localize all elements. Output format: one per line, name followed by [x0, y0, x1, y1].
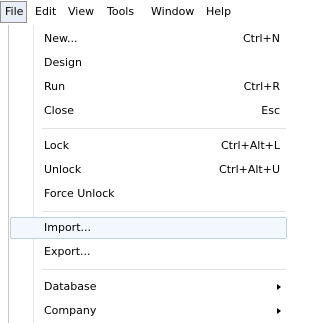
menu-item-label: Force Unlock — [44, 187, 115, 200]
menu-item-design[interactable]: Design — [10, 52, 287, 74]
file-dropdown-menu: New... Ctrl+N Design Run Ctrl+R Close Es… — [8, 25, 289, 323]
menu-item-run[interactable]: Run Ctrl+R — [10, 76, 287, 98]
menu-item-shortcut: Ctrl+R — [243, 80, 280, 93]
menu-item-shortcut: Ctrl+Alt+L — [220, 139, 280, 152]
menu-item-label: Close — [44, 104, 74, 117]
submenu-arrow-icon — [277, 284, 281, 290]
menu-item-database[interactable]: Database — [10, 276, 287, 298]
menu-item-label: Import... — [44, 221, 91, 234]
menu-item-label: Run — [44, 80, 66, 93]
menu-separator — [42, 211, 286, 213]
menu-item-label: Database — [44, 280, 97, 293]
menu-item-shortcut: Esc — [261, 104, 280, 117]
menu-item-export[interactable]: Export... — [10, 241, 287, 263]
menu-file[interactable]: File — [0, 1, 28, 23]
menu-bar: File Edit View Tools Window Help — [0, 0, 289, 25]
menu-item-label: Lock — [44, 139, 70, 152]
menu-item-company[interactable]: Company — [10, 300, 287, 322]
menu-edit[interactable]: Edit — [35, 2, 56, 21]
menu-item-lock[interactable]: Lock Ctrl+Alt+L — [10, 135, 287, 157]
menu-item-import[interactable]: Import... — [10, 217, 287, 239]
menu-item-shortcut: Ctrl+N — [242, 32, 280, 45]
menu-item-shortcut: Ctrl+Alt+U — [219, 163, 280, 176]
menu-item-force-unlock[interactable]: Force Unlock — [10, 183, 287, 205]
menu-item-label: Export... — [44, 245, 91, 258]
submenu-arrow-icon — [277, 308, 281, 314]
menu-item-new[interactable]: New... Ctrl+N — [10, 28, 287, 50]
menu-item-label: New... — [44, 32, 78, 45]
menu-view[interactable]: View — [68, 2, 94, 21]
menu-help[interactable]: Help — [206, 2, 231, 21]
menu-item-label: Unlock — [44, 163, 82, 176]
menu-tools[interactable]: Tools — [107, 2, 134, 21]
menu-item-label: Company — [44, 304, 97, 317]
menu-separator — [42, 269, 286, 271]
menu-window[interactable]: Window — [151, 2, 194, 21]
menu-item-label: Design — [44, 56, 82, 69]
menu-separator — [42, 128, 286, 130]
menu-item-unlock[interactable]: Unlock Ctrl+Alt+U — [10, 159, 287, 181]
menu-item-close[interactable]: Close Esc — [10, 100, 287, 122]
